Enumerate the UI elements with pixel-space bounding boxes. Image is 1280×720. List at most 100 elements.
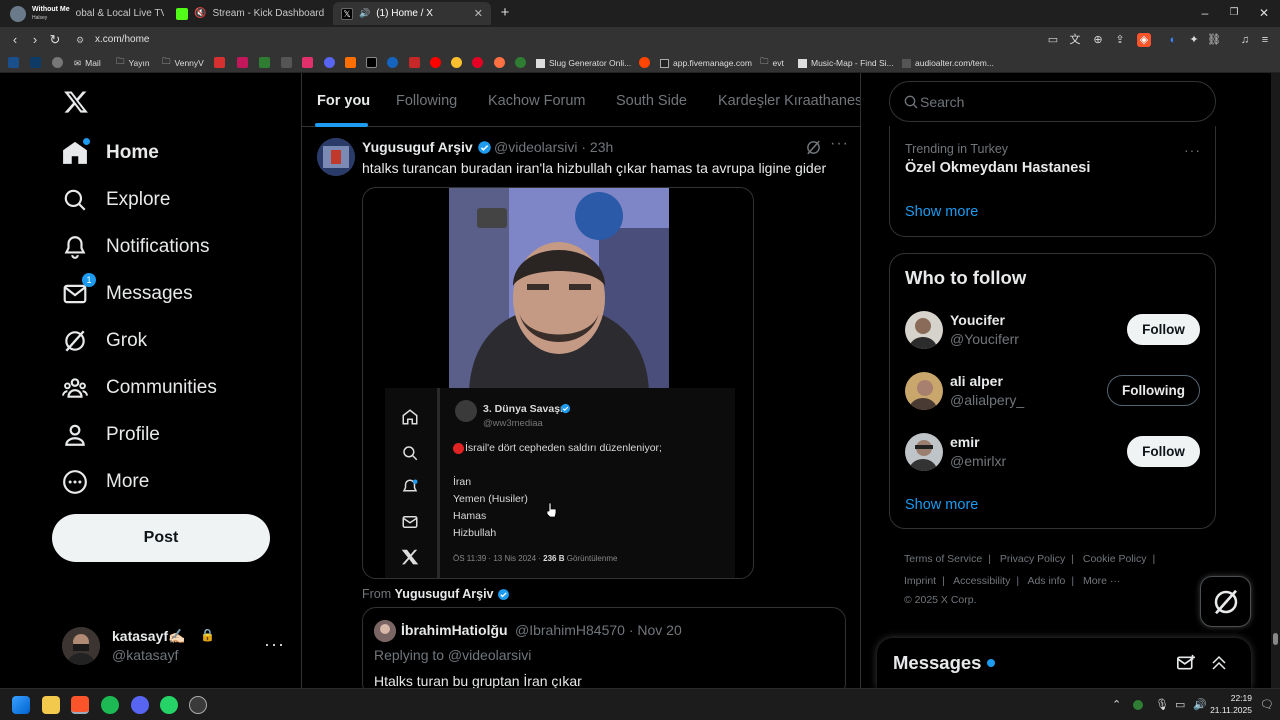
tweet-author-name[interactable]: Yugusuguf Arşiv — [362, 139, 492, 155]
account-switcher[interactable]: katasayf✍🏻 🔒 @katasayf ··· — [62, 625, 292, 669]
bookmark-audioalter[interactable]: audioalter.com/tem... — [902, 56, 994, 70]
tab-kardesler[interactable]: Kardeşler Kıraathanesi — [718, 93, 860, 109]
page-scrollbar[interactable] — [1271, 73, 1280, 688]
minimize-icon[interactable]: – — [1197, 6, 1213, 20]
ads-info-link[interactable]: Ads info — [1027, 575, 1065, 587]
from-attribution[interactable]: From Yugusuguf Arşiv — [362, 587, 510, 601]
muted-speaker-icon[interactable]: 🔇 — [194, 8, 206, 19]
bookmark-reddit-icon[interactable] — [639, 57, 650, 68]
tweet[interactable]: Yugusuguf Arşiv @videolarsivi · 23h ··· … — [302, 127, 860, 688]
imprint-link[interactable]: Imprint — [904, 575, 936, 587]
system-clock[interactable]: 22:19 21.11.2025 — [1210, 692, 1252, 716]
search-input[interactable] — [920, 82, 1200, 121]
nav-grok[interactable]: Grok — [62, 323, 147, 359]
bookmark-arrow-icon[interactable] — [30, 57, 41, 68]
bookmark-globe-icon[interactable] — [52, 57, 63, 68]
back-icon[interactable]: ‹ — [8, 33, 22, 47]
bookmark-gray-icon[interactable] — [281, 57, 292, 68]
messages-drawer[interactable]: Messages — [877, 638, 1251, 688]
forward-icon[interactable]: › — [28, 33, 42, 47]
tab-south-side[interactable]: South Side — [616, 93, 687, 109]
expand-icon[interactable] — [1210, 654, 1228, 672]
trend-more-icon[interactable]: ··· — [1184, 142, 1201, 158]
windows-start-icon[interactable] — [12, 696, 30, 714]
zoom-icon[interactable]: ⊕ — [1091, 33, 1105, 47]
site-info-icon[interactable]: ⚙ — [76, 31, 84, 49]
bookmark-slug-generator[interactable]: Slug Generator Onli... — [536, 56, 631, 70]
tray-app-icon[interactable] — [1133, 700, 1143, 710]
share-icon[interactable]: ⇪ — [1113, 33, 1127, 47]
puzzle-icon[interactable]: ✦ — [1187, 33, 1201, 47]
file-explorer-icon[interactable] — [42, 696, 60, 714]
bookmark-bi-icon[interactable] — [237, 57, 248, 68]
tab-for-you[interactable]: For you — [317, 93, 370, 109]
tab-live-tv[interactable]: Without Me Halsey obal & Local Live TV O… — [2, 2, 164, 25]
bookmark-mail[interactable]: ✉ Mail — [74, 56, 101, 70]
link-icon[interactable]: ⛓ — [1207, 33, 1221, 47]
steam-icon[interactable] — [189, 696, 207, 714]
quoted-tweet[interactable]: İbrahimHatiolğu @IbrahimH84570 · Nov 20 … — [362, 607, 846, 688]
following-button[interactable]: Following — [1107, 375, 1200, 406]
bookmark-play-icon[interactable] — [387, 57, 398, 68]
bookmark-red-icon[interactable] — [409, 57, 420, 68]
nav-more[interactable]: More — [62, 464, 149, 500]
brave-shield-icon[interactable]: ◈ — [1137, 33, 1151, 47]
show-more-follow-link[interactable]: Show more — [905, 497, 978, 513]
translate-icon[interactable]: 文 — [1068, 33, 1082, 47]
bookmark-music-map[interactable]: Music-Map - Find Si... — [798, 56, 894, 70]
bookmark-pinterest-icon[interactable] — [472, 57, 483, 68]
bookmark-youtube-icon[interactable] — [430, 57, 441, 68]
tab-kick-dashboard[interactable]: 🔇 Stream - Kick Dashboard — [168, 2, 330, 25]
avatar[interactable] — [317, 138, 355, 176]
follow-button[interactable]: Follow — [1127, 436, 1200, 467]
extension-icon[interactable]: ◐ — [1166, 33, 1180, 47]
bookmark-x-icon[interactable] — [366, 57, 377, 68]
tray-overflow-icon[interactable]: ⌃ — [1112, 698, 1121, 711]
bookmark-xbox-icon[interactable] — [515, 57, 526, 68]
privacy-link[interactable]: Privacy Policy — [1000, 553, 1065, 565]
network-icon[interactable]: ▭ — [1175, 698, 1185, 711]
follow-button[interactable]: Follow — [1127, 314, 1200, 345]
bookmark-fivemanage[interactable]: app.fivemanage.com — [660, 56, 752, 70]
nav-messages[interactable]: 1 Messages — [62, 273, 193, 312]
bookmark-yellow-icon[interactable] — [451, 57, 462, 68]
whatsapp-icon[interactable] — [160, 696, 178, 714]
tweet-meta[interactable]: @videolarsivi · 23h — [494, 139, 613, 155]
bookmark-yayin[interactable]: 🗀 Yayın — [116, 56, 150, 70]
discord-icon[interactable] — [131, 696, 149, 714]
bookmark-green-icon[interactable] — [259, 57, 270, 68]
nav-profile[interactable]: Profile — [62, 417, 160, 453]
cookie-link[interactable]: Cookie Policy — [1083, 553, 1147, 565]
account-more-icon[interactable]: ··· — [264, 634, 285, 655]
menu-icon[interactable]: ≡ — [1258, 33, 1272, 47]
brave-browser-icon[interactable] — [71, 696, 89, 714]
post-button[interactable]: Post — [52, 514, 270, 562]
new-tab-button[interactable]: + — [497, 4, 513, 21]
bookmark-circle-icon[interactable] — [494, 57, 505, 68]
tweet-video[interactable]: 3. Dünya Savaşı @ww3mediaa İsrail'e dört… — [362, 187, 754, 579]
search-box[interactable] — [889, 81, 1216, 122]
notification-center-icon[interactable]: 🗨 — [1260, 698, 1274, 711]
show-more-trends-link[interactable]: Show more — [905, 204, 978, 220]
tweet-more-icon[interactable]: ··· — [830, 135, 849, 153]
nav-explore[interactable]: Explore — [62, 182, 170, 218]
cast-icon[interactable]: ▭ — [1046, 33, 1060, 47]
close-window-icon[interactable]: ✕ — [1256, 6, 1272, 20]
tab-x-home[interactable]: 𝕏 🔊 (1) Home / X ✕ — [333, 2, 491, 25]
grok-floating-button[interactable] — [1200, 576, 1251, 627]
url-field[interactable]: ⚙ x.com/home — [70, 31, 1030, 49]
scrollbar-thumb[interactable] — [1273, 633, 1278, 645]
trend-item[interactable]: Özel Okmeydanı Hastanesi — [905, 160, 1090, 176]
bookmark-orange-icon[interactable] — [345, 57, 356, 68]
bookmark-zte-icon[interactable] — [8, 57, 19, 68]
nav-communities[interactable]: Communities — [62, 370, 217, 406]
microphone-icon[interactable]: 🎙 — [1155, 698, 1169, 711]
bookmark-instagram-icon[interactable] — [302, 57, 313, 68]
nav-home[interactable]: Home — [62, 135, 159, 171]
bookmark-evt[interactable]: 🗀 evt — [760, 56, 784, 70]
spotify-icon[interactable] — [101, 696, 119, 714]
reload-icon[interactable]: ↻ — [48, 33, 62, 47]
music-icon[interactable]: ♫ — [1238, 33, 1252, 47]
grok-explain-icon[interactable] — [805, 139, 822, 156]
terms-link[interactable]: Terms of Service — [904, 553, 982, 565]
